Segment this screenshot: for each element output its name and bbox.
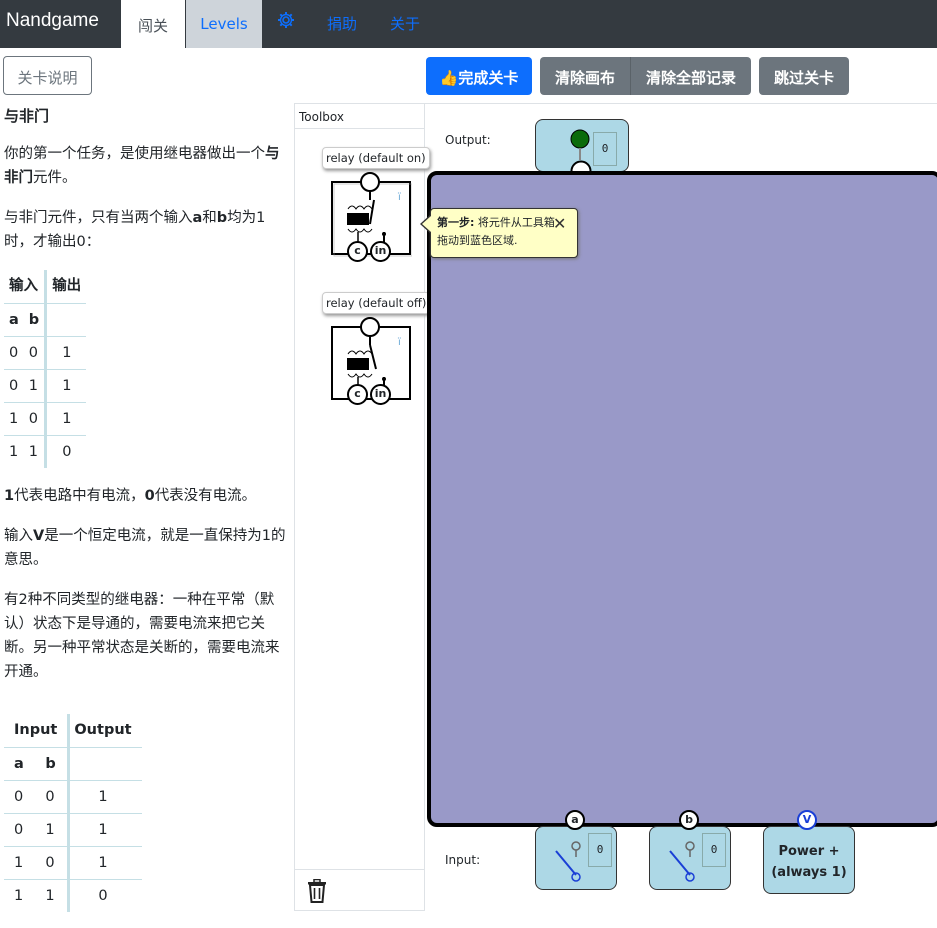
table-row: 110 xyxy=(4,435,87,468)
toolbox: Toolbox relay (default on) ï c in relay … xyxy=(294,103,431,911)
power-text: Power + (always 1) xyxy=(771,844,847,880)
nav-donate[interactable]: 捐助 xyxy=(327,13,357,34)
complete-level-button[interactable]: 👍完成关卡 xyxy=(426,57,532,95)
circuit-board[interactable] xyxy=(427,171,937,827)
power-pin[interactable]: V xyxy=(797,810,817,830)
clear-button-group: 清除画布 清除全部记录 xyxy=(540,57,751,95)
svg-text:ï: ï xyxy=(397,192,401,203)
toolbox-title: Toolbox xyxy=(299,110,344,124)
relay-off-pin-in: in xyxy=(370,384,391,405)
intro-paragraph: 你的第一个任务，是使用继电器做出一个与非门元件。 xyxy=(4,146,280,186)
input-a-pin[interactable]: a xyxy=(565,810,585,830)
tab-levels[interactable]: Levels xyxy=(186,0,262,48)
skip-level-button[interactable]: 跳过关卡 xyxy=(759,57,849,95)
relay-off-label: relay (default off) xyxy=(322,292,431,314)
input-label: Input: xyxy=(445,853,481,867)
close-icon[interactable]: ✕ xyxy=(553,214,566,233)
tab-levels-play[interactable]: 闯关 xyxy=(121,0,185,48)
svg-text:ï: ï xyxy=(397,337,401,348)
clear-canvas-button[interactable]: 清除画布 xyxy=(540,67,630,88)
table-row: 001 xyxy=(4,336,87,370)
level-title: 与非门 xyxy=(4,107,50,125)
complete-level-label: 完成关卡 xyxy=(458,69,519,87)
level-help-button[interactable]: 关卡说明 xyxy=(3,56,92,95)
trash-icon[interactable] xyxy=(307,878,327,907)
table-row: 101 xyxy=(4,402,87,436)
nav-about[interactable]: 关于 xyxy=(390,13,420,34)
truth-table-cn: 输入 输出 ab 001 011 101 110 xyxy=(4,270,87,468)
power-node: Power + (always 1) xyxy=(763,826,855,894)
relay-on-pin-in: in xyxy=(370,241,391,262)
input-b-node[interactable]: 0 xyxy=(649,826,731,890)
relay-on-label: relay (default on) xyxy=(322,147,430,169)
level-description: 与非门 你的第一个任务，是使用继电器做出一个与非门元件。 与非门元件，只有当两个… xyxy=(4,104,286,928)
navbar: Nandgame 闯关 Levels 捐助 关于 xyxy=(0,0,937,48)
table-row: 011 xyxy=(4,813,142,847)
table-row: 011 xyxy=(4,369,87,403)
output-label: Output: xyxy=(445,133,491,147)
relay-on-pin-c: c xyxy=(347,241,368,262)
relay-paragraph: 有2种不同类型的继电器：一种在平常（默认）状态下是导通的，需要电流来把它关断。另… xyxy=(4,592,280,680)
table-row: 101 xyxy=(4,846,142,880)
clear-all-button[interactable]: 清除全部记录 xyxy=(631,67,751,88)
rule-paragraph: 与非门元件，只有当两个输入a和b均为1时，才输出0： xyxy=(4,210,266,250)
settings-gear-icon[interactable] xyxy=(277,11,295,33)
input-b-pin[interactable]: b xyxy=(679,810,699,830)
input-a-node[interactable]: 0 xyxy=(535,826,617,890)
relay-off-pin-c: c xyxy=(347,384,368,405)
brand[interactable]: Nandgame xyxy=(6,10,99,32)
power-paragraph: 输入V是一个恒定电流，就是一直保持为1的意思。 xyxy=(4,528,286,568)
table-row: 110 xyxy=(4,879,142,912)
output-value: 0 xyxy=(593,132,617,166)
input-b-value: 0 xyxy=(702,833,726,867)
current-paragraph: 1代表电路中有电流，0代表没有电流。 xyxy=(4,488,257,504)
truth-table-en: Input Output ab 001 011 101 110 xyxy=(4,714,142,912)
thumbs-up-icon: 👍 xyxy=(439,69,459,87)
table-row: 001 xyxy=(4,780,142,814)
input-a-value: 0 xyxy=(588,833,612,867)
